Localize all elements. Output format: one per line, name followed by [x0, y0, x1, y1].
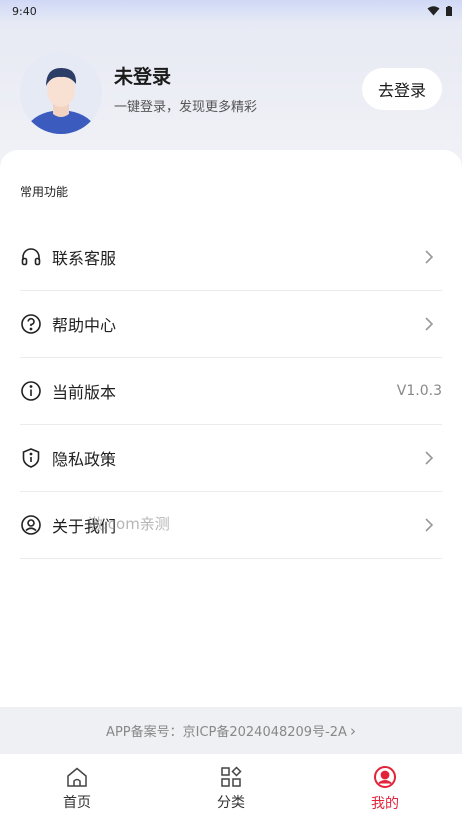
user-name: 未登录 — [114, 66, 172, 88]
menu-item-privacy-policy[interactable]: 隐私政策 — [20, 425, 442, 492]
tab-category[interactable]: 分类 — [154, 754, 308, 823]
menu-item-current-version[interactable]: 当前版本 V1.0.3 — [20, 358, 442, 425]
functions-card: 常用功能 联系客服 帮助中心 当前版本 V1.0.3 隐私政策 关于我们 激.c… — [0, 150, 462, 707]
avatar[interactable] — [20, 52, 102, 134]
user-circle-icon — [20, 514, 42, 536]
tab-home[interactable]: 首页 — [0, 754, 154, 823]
menu-label: 隐私政策 — [52, 450, 117, 469]
status-icons — [427, 6, 452, 16]
login-button[interactable]: 去登录 — [362, 68, 442, 110]
watermark: 激.com亲测 — [88, 515, 170, 533]
battery-icon — [446, 6, 452, 16]
info-circle-icon — [20, 380, 42, 402]
status-bar: 9:40 — [0, 0, 462, 22]
profile-icon — [374, 765, 396, 788]
chevron-right-icon — [425, 250, 434, 264]
chevron-right-icon — [425, 451, 434, 465]
menu-label: 帮助中心 — [52, 316, 117, 335]
tab-label: 首页 — [63, 794, 91, 811]
home-icon — [67, 767, 87, 787]
help-circle-icon — [20, 313, 42, 335]
user-subtitle: 一键登录，发现更多精彩 — [114, 100, 258, 115]
menu-item-contact-service[interactable]: 联系客服 — [20, 224, 442, 291]
wifi-icon — [427, 6, 440, 16]
menu-item-help-center[interactable]: 帮助中心 — [20, 291, 442, 358]
shield-info-icon — [20, 447, 42, 469]
profile-header: 未登录 一键登录，发现更多精彩 去登录 — [0, 22, 462, 162]
status-time: 9:40 — [12, 4, 37, 18]
menu-item-about-us[interactable]: 关于我们 — [20, 492, 442, 559]
chevron-right-icon — [425, 317, 434, 331]
menu-label: 当前版本 — [52, 383, 117, 402]
section-title: 常用功能 — [20, 185, 69, 199]
headset-icon — [20, 246, 42, 268]
beian-text: APP备案号：京ICP备2024048209号-2A — [106, 725, 347, 740]
tab-label: 我的 — [371, 795, 399, 812]
beian-bar[interactable]: APP备案号：京ICP备2024048209号-2A › — [0, 707, 462, 754]
menu-label: 联系客服 — [52, 249, 117, 268]
tab-profile[interactable]: 我的 — [308, 754, 462, 823]
tab-label: 分类 — [217, 794, 245, 811]
menu-list: 联系客服 帮助中心 当前版本 V1.0.3 隐私政策 关于我们 — [20, 224, 442, 559]
category-icon — [221, 765, 242, 787]
beian-arrow-icon: › — [349, 721, 356, 740]
avatar-person-icon — [20, 52, 102, 134]
chevron-right-icon — [425, 518, 434, 532]
bottom-tab-bar: 首页 分类 我的 — [0, 754, 462, 823]
version-value: V1.0.3 — [396, 383, 442, 399]
